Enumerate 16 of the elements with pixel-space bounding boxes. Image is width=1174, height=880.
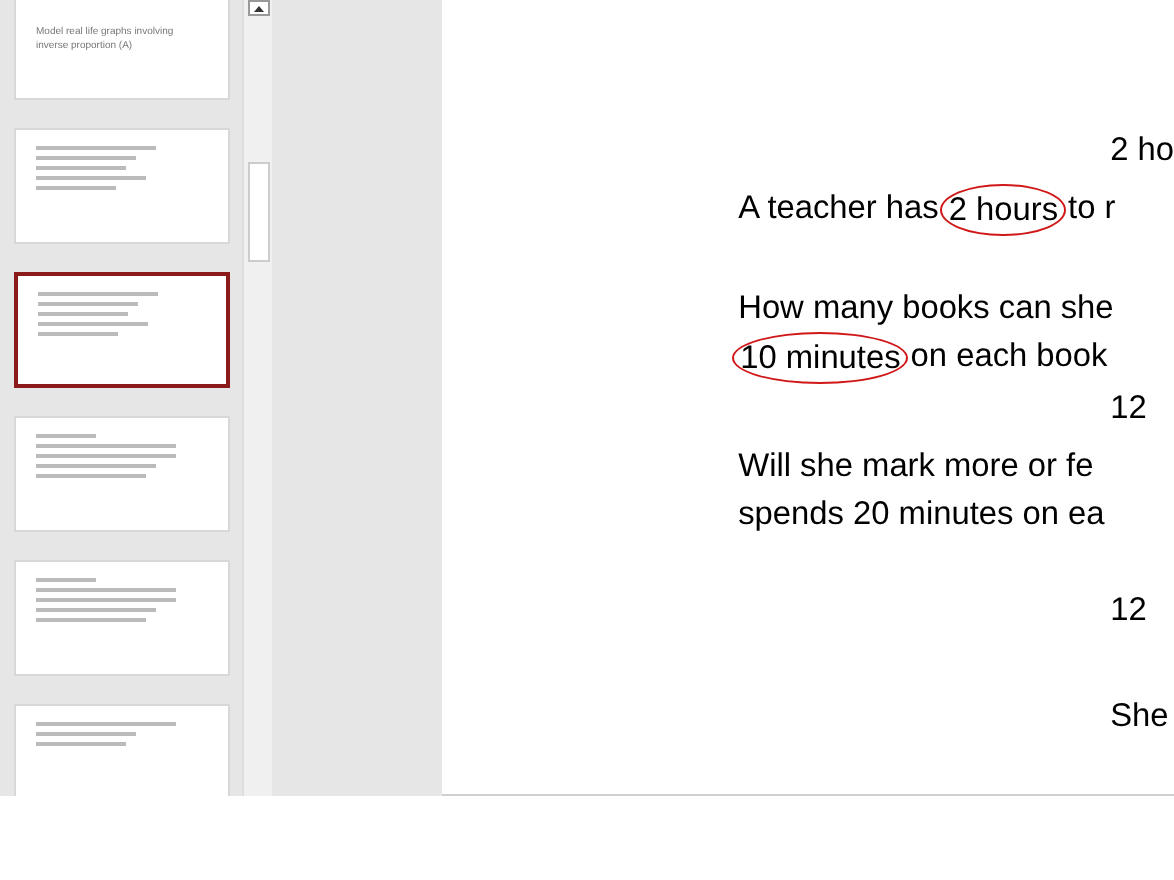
slide-text: A teacher has bbox=[738, 188, 939, 230]
scrollbar[interactable] bbox=[241, 0, 273, 796]
slide-text: to r bbox=[1068, 188, 1116, 230]
slide-text: How many books can she bbox=[738, 288, 1114, 330]
scrollbar-thumb[interactable] bbox=[247, 162, 270, 262]
scroll-up-icon[interactable] bbox=[247, 0, 270, 16]
slide-text: spends 20 minutes on ea bbox=[738, 494, 1105, 536]
slide-text: 12 bbox=[1110, 590, 1147, 632]
slide-thumbnail[interactable] bbox=[14, 272, 230, 388]
slide-text: She bbox=[1110, 696, 1169, 738]
slide-text: Will she mark more or fe bbox=[738, 446, 1094, 488]
slide-text: 12 bbox=[1110, 388, 1147, 430]
slide-text: 2 ho bbox=[1110, 130, 1174, 172]
circled-text: 10 minutes bbox=[732, 332, 909, 384]
slide-text: on each book bbox=[910, 336, 1108, 378]
circled-text: 2 hours bbox=[940, 184, 1067, 236]
